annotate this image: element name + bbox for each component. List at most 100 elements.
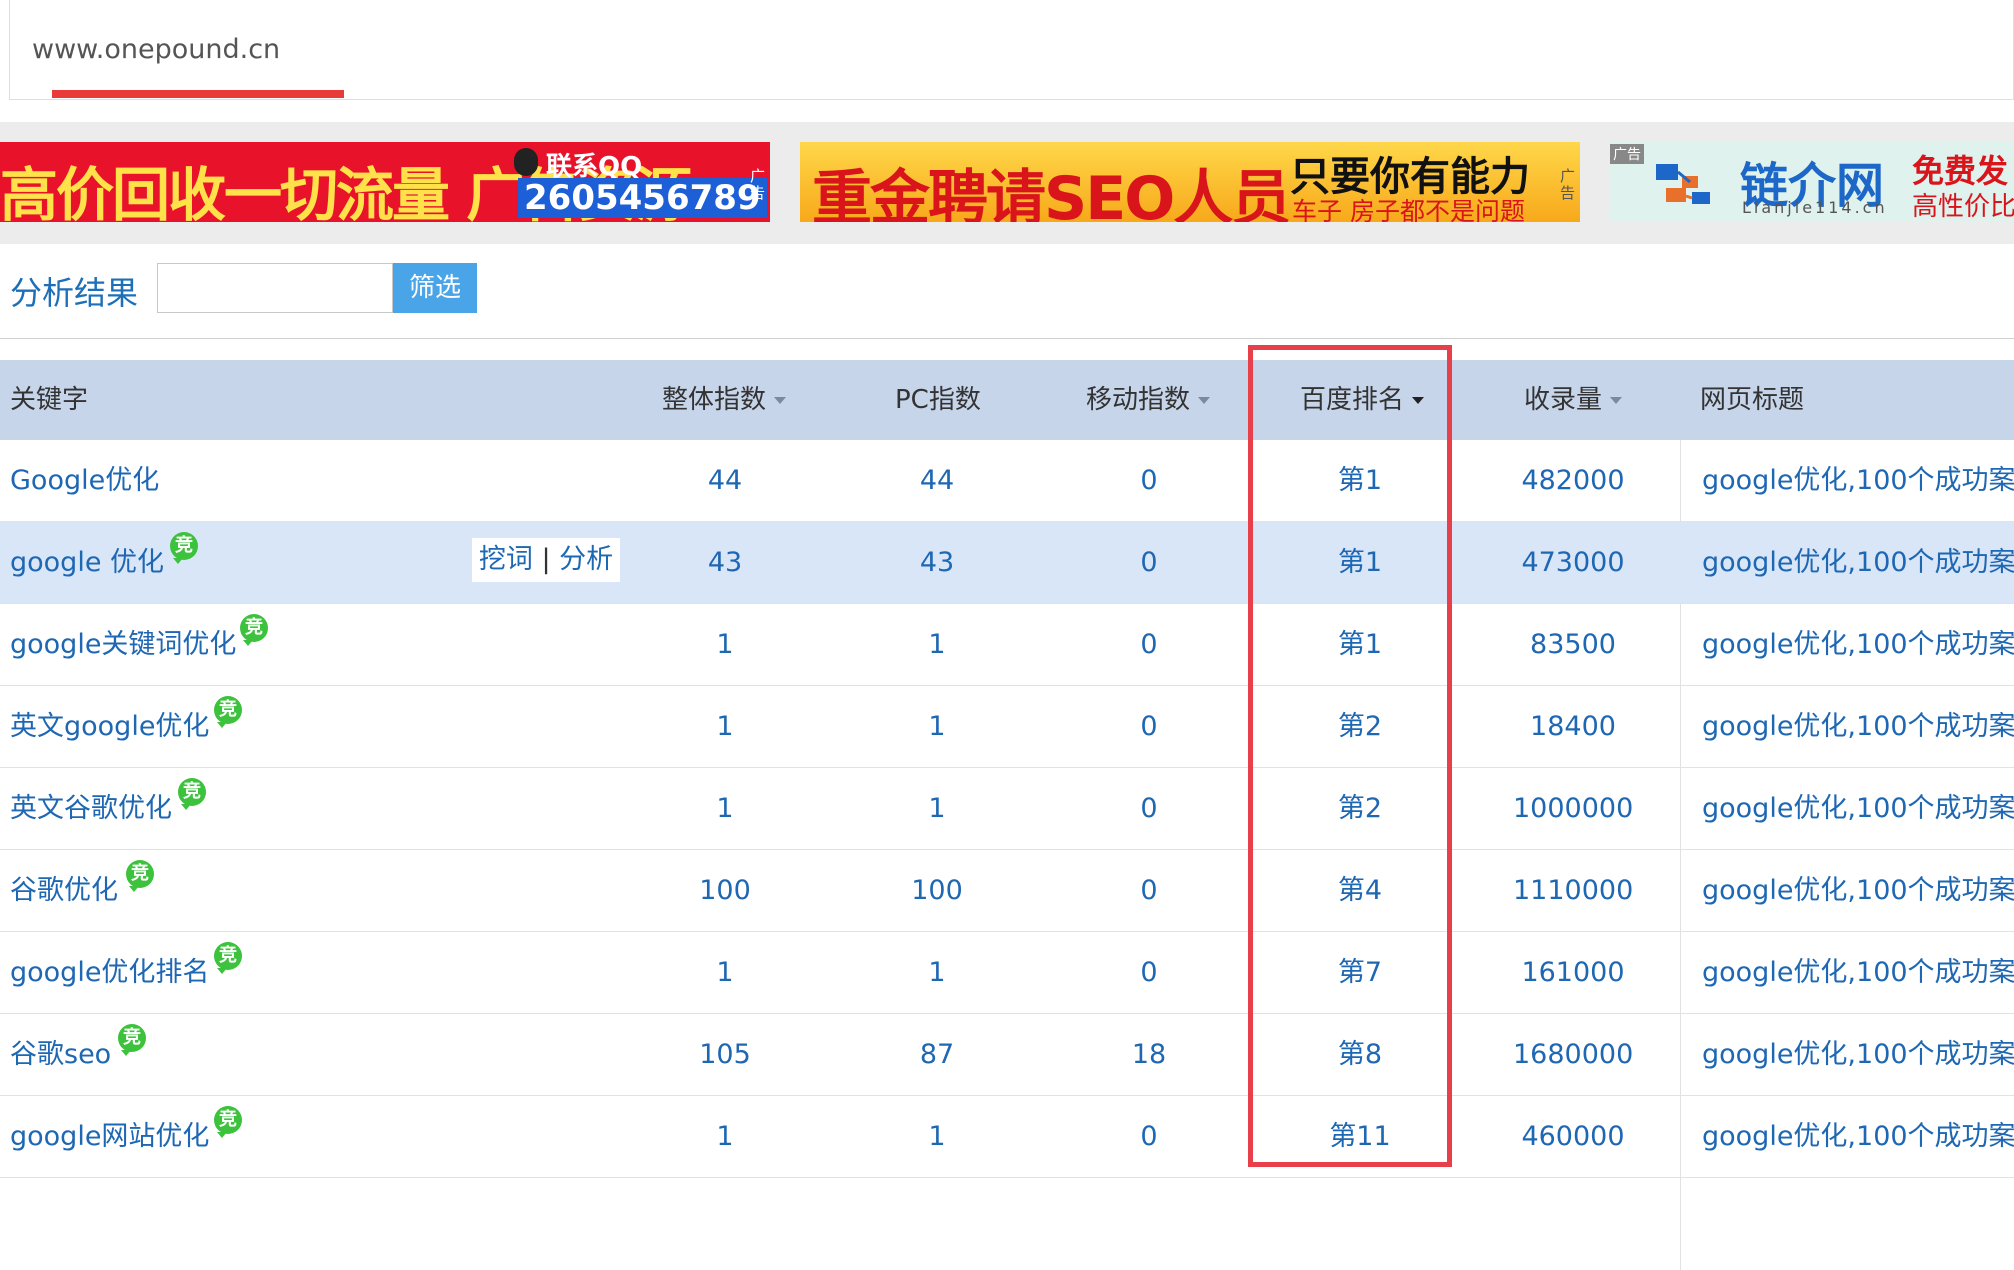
qq-penguin-icon [514, 148, 538, 176]
mobile-index-value: 0 [1140, 711, 1158, 742]
indexed-count-value: 161000 [1521, 957, 1625, 988]
mobile-index-value: 0 [1140, 793, 1158, 824]
tab-bar: www.onepound.cn [9, 0, 2014, 100]
mobile-index-value: 0 [1140, 875, 1158, 906]
ad-banner-seo-sub2: 车子 房子都不是问题 [1292, 197, 1525, 222]
page-title-link[interactable]: google优化,100个成功案例 [1702, 932, 2014, 1014]
indexed-count-value: 1680000 [1513, 1039, 1634, 1070]
page-title-link[interactable]: google优化,100个成功案例 [1702, 686, 2014, 768]
indexed-count-value: 1110000 [1513, 875, 1634, 906]
overall-index-value: 1 [716, 957, 734, 988]
pc-index-value: 44 [919, 465, 955, 496]
keyword-link[interactable]: Google优化 [10, 440, 159, 522]
keyword-link[interactable]: google优化排名 [10, 932, 209, 1014]
mobile-index-value: 18 [1131, 1039, 1167, 1070]
pc-index-value: 1 [928, 629, 946, 660]
indexed-count-value: 473000 [1521, 547, 1625, 578]
table-row[interactable]: 谷歌优化 竞 100 100 0 第4 1110000 google优化,100… [0, 850, 2014, 932]
sort-caret-icon [774, 397, 787, 404]
competition-badge-icon[interactable]: 竞 [170, 532, 198, 564]
pc-index-value: 87 [919, 1039, 955, 1070]
sort-caret-icon [1198, 397, 1211, 404]
ad-mark: 广告 [1610, 144, 1644, 164]
competition-badge-icon[interactable]: 竞 [240, 614, 268, 646]
mobile-index-value: 0 [1140, 957, 1158, 988]
keyword-link[interactable]: google关键词优化 [10, 604, 236, 686]
overall-index-value: 43 [707, 547, 743, 578]
col-header-mobile-index[interactable]: 移动指数 [1086, 360, 1211, 440]
page-title-link[interactable]: google优化,100个成功案例 [1702, 604, 2014, 686]
table-row[interactable]: google优化排名 竞 1 1 0 第7 161000 google优化,10… [0, 932, 2014, 1014]
ad-banner-traffic[interactable]: 高价回收一切流量 广告资源 联系QQ 2605456789 广告 [0, 142, 770, 222]
indexed-count-value: 18400 [1530, 711, 1616, 742]
pc-index-value: 1 [928, 793, 946, 824]
table-row[interactable]: google 优化 竞 挖词 | 分析 43 43 0 第1 473000 go… [0, 522, 2014, 604]
analysis-results-title: 分析结果 [10, 274, 139, 312]
col-header-pc-index: PC指数 [895, 385, 981, 415]
keyword-link[interactable]: 英文谷歌优化 [10, 768, 172, 850]
competition-badge-icon[interactable]: 竞 [178, 778, 206, 810]
indexed-count-value: 482000 [1521, 465, 1625, 496]
table-row[interactable]: 谷歌seo 竞 105 87 18 第8 1680000 google优化,10… [0, 1014, 2014, 1096]
keyword-link[interactable]: 英文google优化 [10, 686, 209, 768]
indexed-count-value: 1000000 [1513, 793, 1634, 824]
table-row[interactable]: 英文谷歌优化 竞 1 1 0 第2 1000000 google优化,100个成… [0, 768, 2014, 850]
pc-index-value: 43 [919, 547, 955, 578]
analyze-link[interactable]: 分析 [559, 544, 613, 575]
keyword-link[interactable]: google 优化 [10, 522, 164, 604]
overall-index-value: 1 [716, 629, 734, 660]
active-tab-indicator [52, 90, 344, 98]
col-header-indexed-count[interactable]: 收录量 [1524, 360, 1623, 440]
competition-badge-icon[interactable]: 竞 [118, 1024, 146, 1056]
table-row[interactable]: google关键词优化 竞 1 1 0 第1 83500 google优化,10… [0, 604, 2014, 686]
dig-words-link[interactable]: 挖词 [479, 544, 533, 575]
page-title-link[interactable]: google优化,100个成功案例 [1702, 440, 2014, 522]
row-actions: 挖词 | 分析 [472, 538, 620, 582]
lianjie-logo-icon [1656, 164, 1710, 204]
competition-badge-icon[interactable]: 竞 [214, 696, 242, 728]
page-title-link[interactable]: google优化,100个成功案例 [1702, 768, 2014, 850]
pc-index-value: 1 [928, 957, 946, 988]
ad-qq-number: 2605456789 [518, 178, 767, 218]
section-divider [0, 338, 2014, 339]
ad-mark: 广告 [1560, 167, 1576, 202]
ad-lianjie-domain: Lianjie114.cn [1742, 198, 1888, 217]
keyword-link[interactable]: 谷歌优化 [10, 850, 118, 932]
ad-lianjie-side2: 高性价比 [1912, 192, 2014, 222]
mobile-index-value: 0 [1140, 465, 1158, 496]
ad-qq-contact: 联系QQ 2605456789 [514, 142, 767, 222]
filter-input[interactable] [157, 263, 393, 313]
overall-index-value: 44 [707, 465, 743, 496]
page-title-link[interactable]: google优化,100个成功案例 [1702, 850, 2014, 932]
keyword-link[interactable]: 谷歌seo [10, 1014, 111, 1096]
ad-banner-lianjie[interactable]: 广告 链介网 Lianjie114.cn 免费发 高性价比 [1610, 142, 2014, 222]
filter-button[interactable]: 筛选 [393, 263, 477, 313]
competition-badge-icon[interactable]: 竞 [126, 860, 154, 892]
col-header-overall-index[interactable]: 整体指数 [662, 360, 787, 440]
overall-index-value: 100 [699, 875, 751, 906]
pc-index-value: 100 [911, 875, 963, 906]
tab-site-url[interactable]: www.onepound.cn [32, 34, 280, 65]
col-header-page-title: 网页标题 [1700, 385, 1805, 415]
page-title-link[interactable]: google优化,100个成功案例 [1702, 1014, 2014, 1096]
baidu-rank-highlight-box [1248, 345, 1452, 1167]
page-title-link[interactable]: google优化,100个成功案例 [1702, 522, 2014, 604]
ad-banner-seo-hiring[interactable]: 重金聘请SEO人员 只要你有能力 车子 房子都不是问题 广告 [800, 142, 1580, 222]
col-header-keyword: 关键字 [10, 385, 89, 415]
action-separator: | [541, 544, 551, 575]
sort-caret-icon [1610, 397, 1623, 404]
table-row[interactable]: 英文google优化 竞 1 1 0 第2 18400 google优化,100… [0, 686, 2014, 768]
competition-badge-icon[interactable]: 竞 [214, 942, 242, 974]
ad-banner-strip: 高价回收一切流量 广告资源 联系QQ 2605456789 广告 重金聘请SEO… [0, 122, 2014, 244]
mobile-index-value: 0 [1140, 547, 1158, 578]
mobile-index-value: 0 [1140, 629, 1158, 660]
overall-index-value: 1 [716, 711, 734, 742]
table-row[interactable]: Google优化 44 44 0 第1 482000 google优化,100个… [0, 440, 2014, 522]
table-header: 关键字 整体指数 PC指数 移动指数 百度排名 收录量 网页标题 [0, 360, 2014, 440]
overall-index-value: 1 [716, 793, 734, 824]
competition-badge-icon[interactable]: 竞 [214, 1106, 242, 1138]
indexed-count-value: 83500 [1530, 629, 1616, 660]
ad-mark: 广告 [750, 167, 766, 202]
pc-index-value: 1 [928, 711, 946, 742]
overall-index-value: 105 [699, 1039, 751, 1070]
